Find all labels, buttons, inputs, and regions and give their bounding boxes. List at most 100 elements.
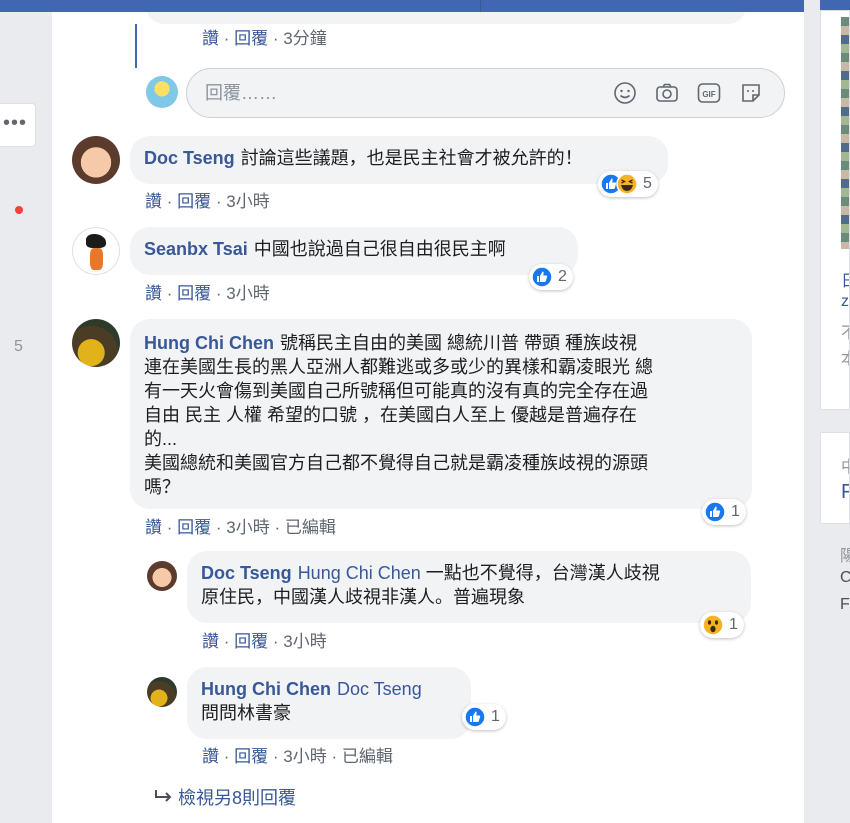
reaction-count: 1 [731, 503, 740, 520]
reaction-summary[interactable]: 1 [702, 499, 746, 525]
reply-author[interactable]: Hung Chi Chen [201, 679, 331, 699]
reply-bubble: Hung Chi Chen Doc Tseng 問問林書豪 [187, 667, 471, 739]
comment-bubble: Doc Tseng 討論這些議題，也是民主社會才被允許的！ [130, 136, 668, 184]
reaction-summary[interactable]: 5 [598, 171, 658, 197]
reply-time[interactable]: 3小時 [283, 747, 326, 766]
separator: · [166, 284, 173, 303]
like-link[interactable]: 讚 [202, 632, 219, 651]
right-panel-text[interactable]: 日 [841, 267, 849, 291]
comment-actions: 讚 · 回覆 · 3分鐘 [202, 24, 327, 49]
comment-text: 號稱民主自由的美國 總統川普 帶頭 種族歧視 [279, 333, 637, 353]
reply-link[interactable]: 回覆 [234, 29, 268, 48]
emoji-icon[interactable] [613, 81, 637, 105]
like-icon [464, 706, 486, 728]
right-panel-image [841, 17, 849, 249]
like-link[interactable]: 讚 [145, 518, 162, 537]
comment-text: 有一天火會傷到美國自己所號稱但可能真的沒有真的完全存在過 [144, 381, 648, 401]
comment-actions: 讚 · 回覆 · 3小時 [145, 279, 270, 304]
reaction-count: 1 [729, 616, 738, 633]
separator: · [215, 284, 222, 303]
reply-text: 原住民，中國漢人歧視非漢人。普遍現象 [201, 587, 525, 607]
separator: · [166, 518, 173, 537]
like-link[interactable]: 讚 [202, 29, 219, 48]
reply-actions: 讚 · 回覆 · 3小時 [202, 627, 327, 652]
right-panel-text: 本 [841, 345, 849, 369]
right-panel-text: 陽 [840, 548, 850, 565]
edited-label[interactable]: 已編輯 [342, 747, 393, 766]
haha-icon [616, 173, 638, 195]
reaction-count: 2 [558, 268, 567, 285]
like-icon [704, 501, 726, 523]
reply-composer[interactable]: GIF [186, 68, 785, 118]
comment-time[interactable]: 3小時 [226, 192, 269, 211]
separator: · [215, 518, 222, 537]
reply-avatar[interactable] [147, 677, 177, 707]
right-panel-text: F [840, 596, 850, 613]
commenter-avatar[interactable] [72, 319, 120, 367]
sticker-icon[interactable] [739, 81, 763, 105]
right-panel-text[interactable]: z [841, 293, 849, 311]
right-panel-text: C [840, 569, 850, 586]
reply-link[interactable]: 回覆 [177, 284, 211, 303]
separator: · [223, 747, 230, 766]
commenter-avatar[interactable] [72, 136, 120, 184]
reply-input[interactable] [205, 79, 585, 107]
reaction-summary[interactable]: 1 [462, 704, 506, 730]
reply-link[interactable]: 回覆 [177, 192, 211, 211]
view-more-replies-link[interactable]: 檢視另8則回覆 [150, 784, 296, 810]
separator: · [272, 632, 279, 651]
separator: · [223, 632, 230, 651]
reply-time[interactable]: 3小時 [283, 632, 326, 651]
separator: · [166, 192, 173, 211]
previous-comment-bubble [146, 12, 746, 24]
right-panel-text: 中 [841, 453, 849, 477]
mention-link[interactable]: Doc Tseng [337, 679, 422, 699]
comment-text: 嗎？ [144, 477, 180, 497]
reply-text: 問問林書豪 [201, 703, 291, 723]
comment-time[interactable]: 3分鐘 [283, 29, 326, 48]
separator: · [223, 29, 230, 48]
reply-avatar[interactable] [147, 561, 177, 591]
mention-link[interactable]: Hung Chi Chen [298, 563, 421, 583]
comment-time[interactable]: 3小時 [226, 284, 269, 303]
like-link[interactable]: 讚 [202, 747, 219, 766]
avatar-hair [86, 234, 106, 248]
reply-actions: 讚 · 回覆 · 3小時 · 已編輯 [202, 742, 393, 767]
right-panel-card[interactable]: 中 F [820, 432, 850, 524]
reply-bubble: Doc Tseng Hung Chi Chen 一點也不覺得，台灣漢人歧視 原住民… [187, 551, 751, 623]
reply-link[interactable]: 回覆 [234, 632, 268, 651]
reply-link[interactable]: 回覆 [234, 747, 268, 766]
more-options-button[interactable]: ••• [0, 103, 36, 147]
top-bar-divider [480, 0, 481, 12]
comment-author[interactable]: Doc Tseng [144, 148, 235, 168]
left-count-label: 5 [14, 338, 23, 355]
right-panel-card[interactable]: 日 z 不 本 [820, 10, 850, 410]
top-navigation-bar [0, 0, 850, 12]
like-link[interactable]: 讚 [145, 192, 162, 211]
edited-label[interactable]: 已編輯 [285, 518, 336, 537]
current-user-avatar[interactable] [146, 76, 178, 108]
reply-link[interactable]: 回覆 [177, 518, 211, 537]
camera-icon[interactable] [655, 81, 679, 105]
reply-author[interactable]: Doc Tseng [201, 563, 292, 583]
comment-bubble: Hung Chi Chen 號稱民主自由的美國 總統川普 帶頭 種族歧視 連在美國… [130, 319, 752, 509]
reply-text: 一點也不覺得，台灣漢人歧視 [425, 563, 660, 583]
comment-time[interactable]: 3小時 [226, 518, 269, 537]
reaction-summary[interactable]: 2 [529, 264, 573, 290]
separator: · [331, 747, 338, 766]
comment-author[interactable]: Seanbx Tsai [144, 239, 248, 259]
right-panel-text: 不 [841, 319, 849, 343]
reaction-count: 5 [643, 175, 652, 192]
separator: · [272, 29, 279, 48]
right-panel-text[interactable]: F [841, 481, 849, 504]
left-sidebar: ••• 5 [0, 12, 52, 823]
separator: · [274, 518, 281, 537]
reaction-summary[interactable]: 1 [700, 612, 744, 638]
thread-line [135, 24, 137, 68]
avatar-body [90, 248, 103, 270]
view-more-label[interactable]: 檢視另8則回覆 [178, 788, 296, 808]
like-link[interactable]: 讚 [145, 284, 162, 303]
commenter-avatar[interactable] [72, 227, 120, 275]
comment-author[interactable]: Hung Chi Chen [144, 333, 274, 353]
gif-icon[interactable]: GIF [697, 81, 721, 105]
